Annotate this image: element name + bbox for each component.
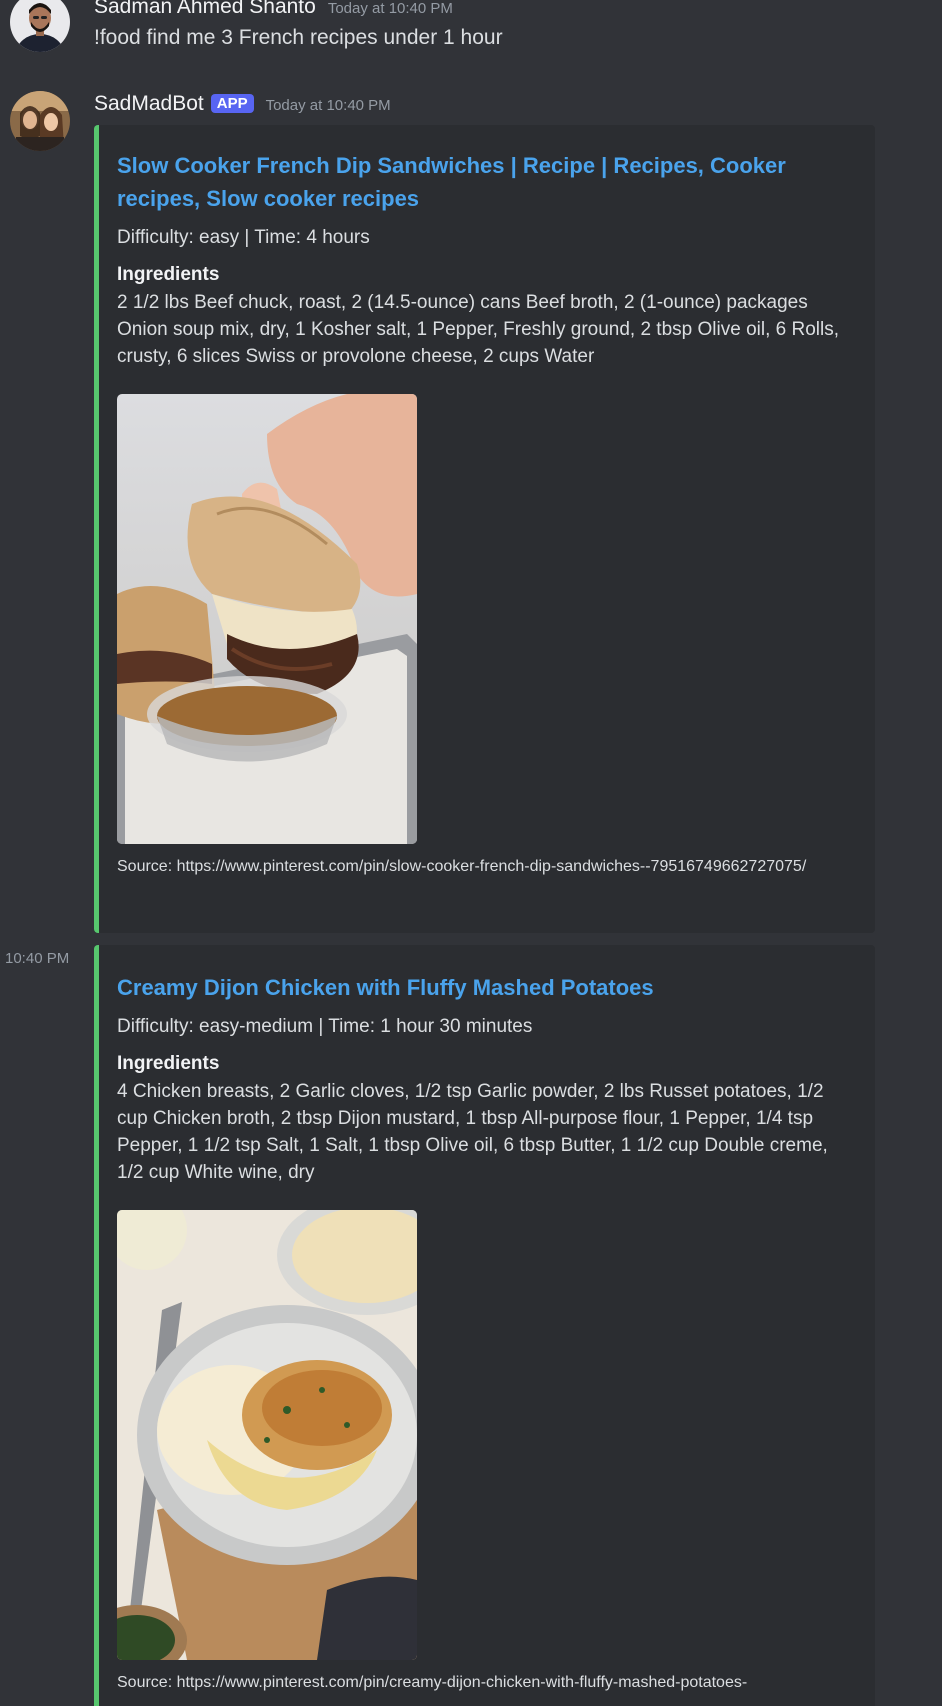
user-message-header: Sadman Ahmed Shanto Today at 10:40 PM bbox=[94, 0, 453, 19]
embed-field-name: Ingredients bbox=[117, 1053, 220, 1074]
recipe-embed-1: Slow Cooker French Dip Sandwiches | Reci… bbox=[94, 125, 875, 933]
embed-meta: Difficulty: easy | Time: 4 hours bbox=[117, 227, 370, 248]
side-timestamp: 10:40 PM bbox=[5, 950, 70, 967]
bot-avatar[interactable] bbox=[10, 91, 70, 151]
embed-source: Source: https://www.pinterest.com/pin/sl… bbox=[117, 858, 807, 875]
chat-page: Sadman Ahmed Shanto Today at 10:40 PM !f… bbox=[0, 0, 942, 1706]
bot-name[interactable]: SadMadBot bbox=[94, 92, 204, 116]
recipe-image-french-dip[interactable] bbox=[117, 394, 417, 844]
user-timestamp: Today at 10:40 PM bbox=[327, 0, 453, 17]
embed-meta: Difficulty: easy-medium | Time: 1 hour 3… bbox=[117, 1016, 533, 1037]
embed-title-link[interactable]: Slow Cooker French Dip Sandwiches | Reci… bbox=[117, 149, 855, 215]
embed-field-name: Ingredients bbox=[117, 264, 220, 285]
app-badge: APP bbox=[210, 94, 254, 113]
recipe-embed-2: Creamy Dijon Chicken with Fluffy Mashed … bbox=[94, 945, 875, 1706]
embed-source: Source: https://www.pinterest.com/pin/cr… bbox=[117, 1674, 748, 1691]
recipe-image-dijon-chicken[interactable] bbox=[117, 1210, 417, 1660]
embed-field-value: 4 Chicken breasts, 2 Garlic cloves, 1/2 … bbox=[117, 1081, 828, 1183]
bot-timestamp: Today at 10:40 PM bbox=[265, 97, 391, 114]
bot-message-header: SadMadBot APP Today at 10:40 PM bbox=[94, 92, 391, 116]
embed-field-value: 2 1/2 lbs Beef chuck, roast, 2 (14.5-oun… bbox=[117, 292, 839, 367]
user-name[interactable]: Sadman Ahmed Shanto bbox=[94, 0, 316, 19]
embed-title-link[interactable]: Creamy Dijon Chicken with Fluffy Mashed … bbox=[117, 971, 855, 1004]
user-message-text: !food find me 3 French recipes under 1 h… bbox=[94, 26, 503, 49]
user-avatar[interactable] bbox=[10, 0, 70, 52]
